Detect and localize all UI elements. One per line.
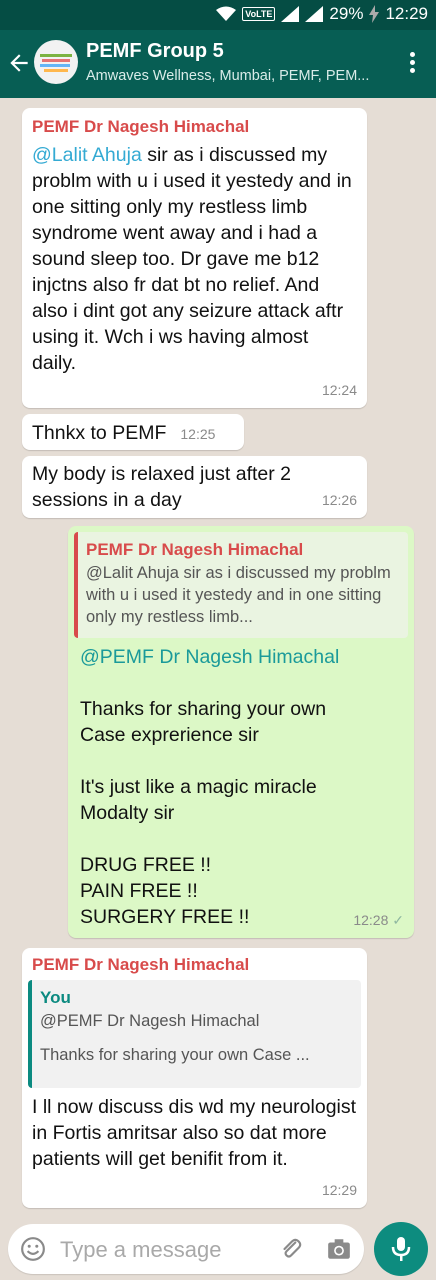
message-bubble[interactable]: PEMF Dr Nagesh Himachal You @PEMF Dr Nag… [22, 948, 367, 1208]
group-members[interactable]: Amwaves Wellness, Mumbai, PEMF, PEM... [86, 68, 386, 84]
message-line: PAIN FREE !! [80, 880, 198, 902]
chat-area[interactable]: PEMF Dr Nagesh Himachal @Lalit Ahuja sir… [0, 98, 436, 1218]
message-time: 12:24 [321, 382, 357, 398]
message-time: 12:25 [180, 426, 216, 442]
status-icons: VoLTE 29% 12:29 [216, 4, 428, 24]
message-body: sir as i discussed my problm with u i us… [32, 144, 352, 374]
message-line: Modalty sir [80, 802, 175, 824]
message-text: My body is relaxed just after 2 sessions… [32, 463, 292, 511]
mention[interactable]: @Lalit Ahuja [32, 144, 142, 166]
clock: 12:29 [385, 4, 428, 23]
mic-icon [391, 1237, 411, 1261]
group-title[interactable]: PEMF Group 5 [86, 40, 224, 63]
message-time: 12:26 [321, 492, 357, 508]
quote-author: PEMF Dr Nagesh Himachal [86, 540, 304, 559]
signal-icon-2 [305, 6, 324, 22]
emoji-icon[interactable] [20, 1236, 46, 1262]
quote-text: Thanks for sharing your own Case ... [40, 1046, 310, 1064]
composer: Type a message [0, 1218, 436, 1280]
more-vert-icon[interactable] [410, 52, 416, 76]
message-line: Thanks for sharing your own [80, 698, 327, 720]
sender-name: PEMF Dr Nagesh Himachal [32, 117, 250, 136]
message-line: DRUG FREE !! [80, 854, 212, 876]
battery-charging-icon [369, 5, 380, 23]
message-line: It's just like a magic miracle [80, 776, 317, 798]
message-time-status: 12:28 ✓ [353, 907, 404, 933]
message-time: 12:29 [321, 1182, 357, 1198]
quote-author: You [40, 988, 71, 1007]
mention[interactable]: @PEMF Dr Nagesh Himachal [80, 644, 402, 670]
group-avatar-image [40, 54, 72, 72]
message-time: 12:28 [353, 912, 389, 928]
wifi-icon [216, 6, 237, 21]
camera-icon[interactable] [326, 1236, 352, 1262]
quoted-message[interactable]: You @PEMF Dr Nagesh Himachal Thanks for … [28, 980, 361, 1088]
message-bubble[interactable]: Thnkx to PEMF 12:25 [22, 414, 244, 450]
check-icon: ✓ [392, 912, 404, 928]
message-input[interactable]: Type a message [8, 1224, 364, 1274]
message-text: @PEMF Dr Nagesh Himachal Thanks for shar… [74, 638, 408, 930]
message-bubble-outgoing[interactable]: PEMF Dr Nagesh Himachal @Lalit Ahuja sir… [68, 526, 414, 938]
message-line: Case exprerience sir [80, 724, 259, 746]
status-bar: VoLTE 29% 12:29 [0, 0, 436, 30]
arrow-left-icon[interactable] [6, 50, 32, 76]
quoted-message[interactable]: PEMF Dr Nagesh Himachal @Lalit Ahuja sir… [74, 532, 408, 638]
quote-text: @Lalit Ahuja sir as i discussed my probl… [86, 564, 391, 626]
sender-name: PEMF Dr Nagesh Himachal [32, 955, 250, 974]
battery-percent: 29% [329, 4, 364, 23]
message-text: @Lalit Ahuja sir as i discussed my probl… [32, 142, 357, 376]
paperclip-icon[interactable] [278, 1236, 304, 1262]
quote-text: @PEMF Dr Nagesh Himachal [40, 1012, 260, 1030]
message-input-placeholder[interactable]: Type a message [60, 1237, 221, 1263]
message-bubble[interactable]: PEMF Dr Nagesh Himachal @Lalit Ahuja sir… [22, 108, 367, 408]
message-bubble[interactable]: My body is relaxed just after 2 sessions… [22, 456, 367, 518]
message-text: Thnkx to PEMF [32, 422, 167, 444]
message-text: I ll now discuss dis wd my neurologist i… [32, 1096, 357, 1170]
volte-badge: VoLTE [242, 7, 276, 21]
chat-header: PEMF Group 5 Amwaves Wellness, Mumbai, P… [0, 30, 436, 98]
signal-icon [281, 6, 300, 22]
mic-button[interactable] [374, 1222, 428, 1276]
group-avatar[interactable] [34, 40, 78, 84]
